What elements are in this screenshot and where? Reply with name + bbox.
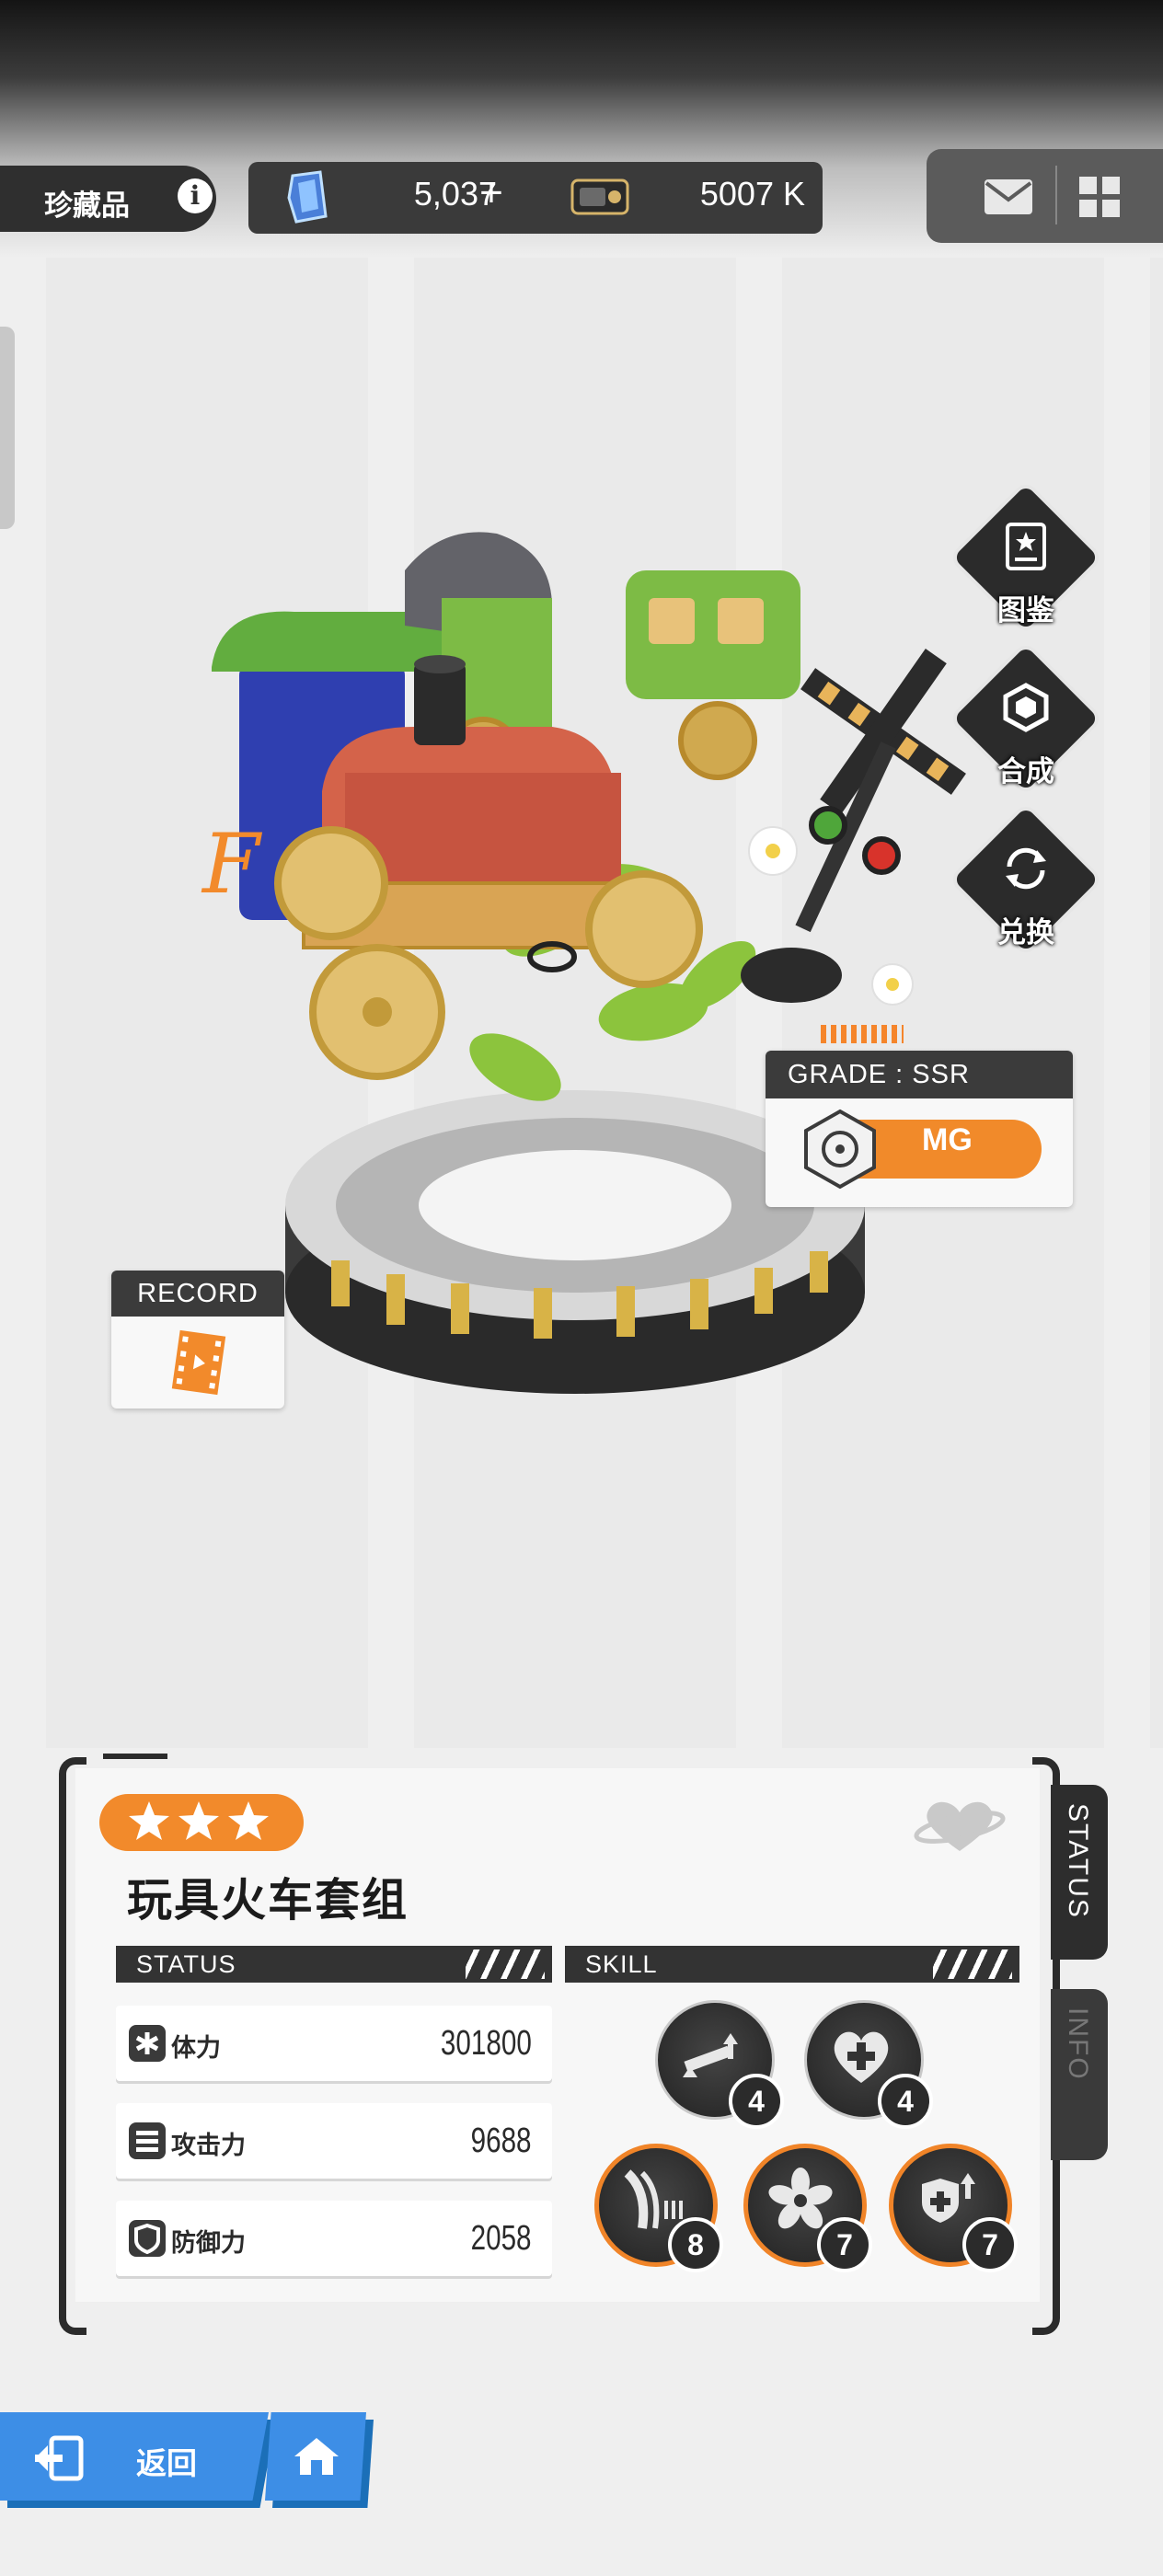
skill-level: 8 xyxy=(668,2217,723,2272)
panel-tick xyxy=(103,1754,167,1759)
side-drawer-handle[interactable] xyxy=(0,327,15,529)
stat-value: 9688 xyxy=(471,2122,532,2160)
grade-header: GRADE : SSR xyxy=(766,1051,1073,1098)
encyclopedia-icon xyxy=(1006,523,1046,570)
stat-row-attack: 攻击力 9688 xyxy=(116,2103,552,2179)
home-icon xyxy=(294,2438,339,2475)
weapon-hex-icon xyxy=(804,1109,876,1190)
skill-1[interactable]: 4 xyxy=(655,2000,784,2129)
record-label: RECORD xyxy=(111,1271,284,1317)
stat-value: 2058 xyxy=(471,2219,532,2258)
credit-count: 5007 K xyxy=(699,175,805,213)
exchange-label: 兑换 xyxy=(997,916,1054,949)
wallet-icon xyxy=(570,178,629,215)
skill-4[interactable]: 7 xyxy=(743,2144,872,2272)
tab-status-label: STATUS xyxy=(1063,1803,1093,1919)
tab-status[interactable]: STATUS xyxy=(1051,1785,1108,1960)
stat-label: 体力 xyxy=(171,2034,221,2062)
stat-value: 301800 xyxy=(441,2024,532,2063)
defense-icon xyxy=(129,2220,166,2257)
skill-5[interactable]: 7 xyxy=(889,2144,1018,2272)
star-icon xyxy=(228,1801,269,1840)
skill-level: 7 xyxy=(817,2217,872,2272)
gem-icon xyxy=(287,170,328,224)
synthesis-label: 合成 xyxy=(997,755,1054,788)
tab-info-label: INFO xyxy=(1063,2007,1093,2081)
record-button[interactable]: RECORD xyxy=(111,1271,284,1409)
skill-header: SKILL xyxy=(585,1950,658,1978)
exchange-button[interactable]: 兑换 xyxy=(952,806,1100,953)
film-icon xyxy=(171,1329,226,1396)
stat-label: 攻击力 xyxy=(171,2132,246,2159)
panel-bracket-left xyxy=(59,1757,86,2335)
top-right-menu xyxy=(927,149,1163,243)
svg-text:F: F xyxy=(201,816,263,913)
mail-icon[interactable] xyxy=(983,178,1034,216)
bar-slashes xyxy=(466,1949,545,1979)
star-icon xyxy=(129,1801,169,1840)
star-icon xyxy=(178,1801,219,1840)
synthesis-icon xyxy=(1003,683,1049,732)
status-header-bar: STATUS xyxy=(116,1946,552,1983)
toy-train-artwork: F xyxy=(201,532,966,1394)
synthesis-button[interactable]: 合成 xyxy=(952,645,1100,792)
back-label: 返回 xyxy=(136,2446,197,2480)
stat-row-hp: 体力 301800 xyxy=(116,2006,552,2081)
exchange-icon xyxy=(1006,847,1046,890)
status-header: STATUS xyxy=(136,1950,236,1978)
skill-3[interactable]: 8 xyxy=(594,2144,723,2272)
decor-stripes xyxy=(821,1025,904,1043)
encyclopedia-button[interactable]: 图鉴 xyxy=(952,484,1100,631)
stat-row-defense: 防御力 2058 xyxy=(116,2201,552,2276)
encyclopedia-label: 图鉴 xyxy=(997,594,1054,627)
section-title: 珍藏品 xyxy=(44,190,130,222)
tab-info[interactable]: INFO xyxy=(1051,1989,1108,2160)
exit-icon xyxy=(35,2435,84,2481)
skill-level: 4 xyxy=(729,2074,784,2129)
skill-2[interactable]: 4 xyxy=(804,2000,933,2129)
skill-level: 7 xyxy=(962,2217,1018,2272)
grade-label: GRADE : SSR xyxy=(788,1060,970,1089)
stat-label: 防御力 xyxy=(171,2229,246,2257)
bar-slashes xyxy=(933,1949,1012,1979)
add-gems-button[interactable]: + xyxy=(473,173,510,215)
divider xyxy=(1055,166,1057,224)
weapon-type-label: MG xyxy=(922,1122,973,1157)
grade-card: GRADE : SSR MG xyxy=(766,1025,1073,1207)
grid-menu-icon[interactable] xyxy=(1077,175,1122,219)
info-icon[interactable]: i xyxy=(178,178,213,213)
item-name: 玩具火车套组 xyxy=(127,1876,409,1926)
skill-header-bar: SKILL xyxy=(565,1946,1019,1983)
hp-icon xyxy=(129,2025,166,2062)
favorite-heart-icon[interactable] xyxy=(913,1794,1007,1858)
skill-level: 4 xyxy=(878,2074,933,2129)
attack-icon xyxy=(129,2122,166,2159)
